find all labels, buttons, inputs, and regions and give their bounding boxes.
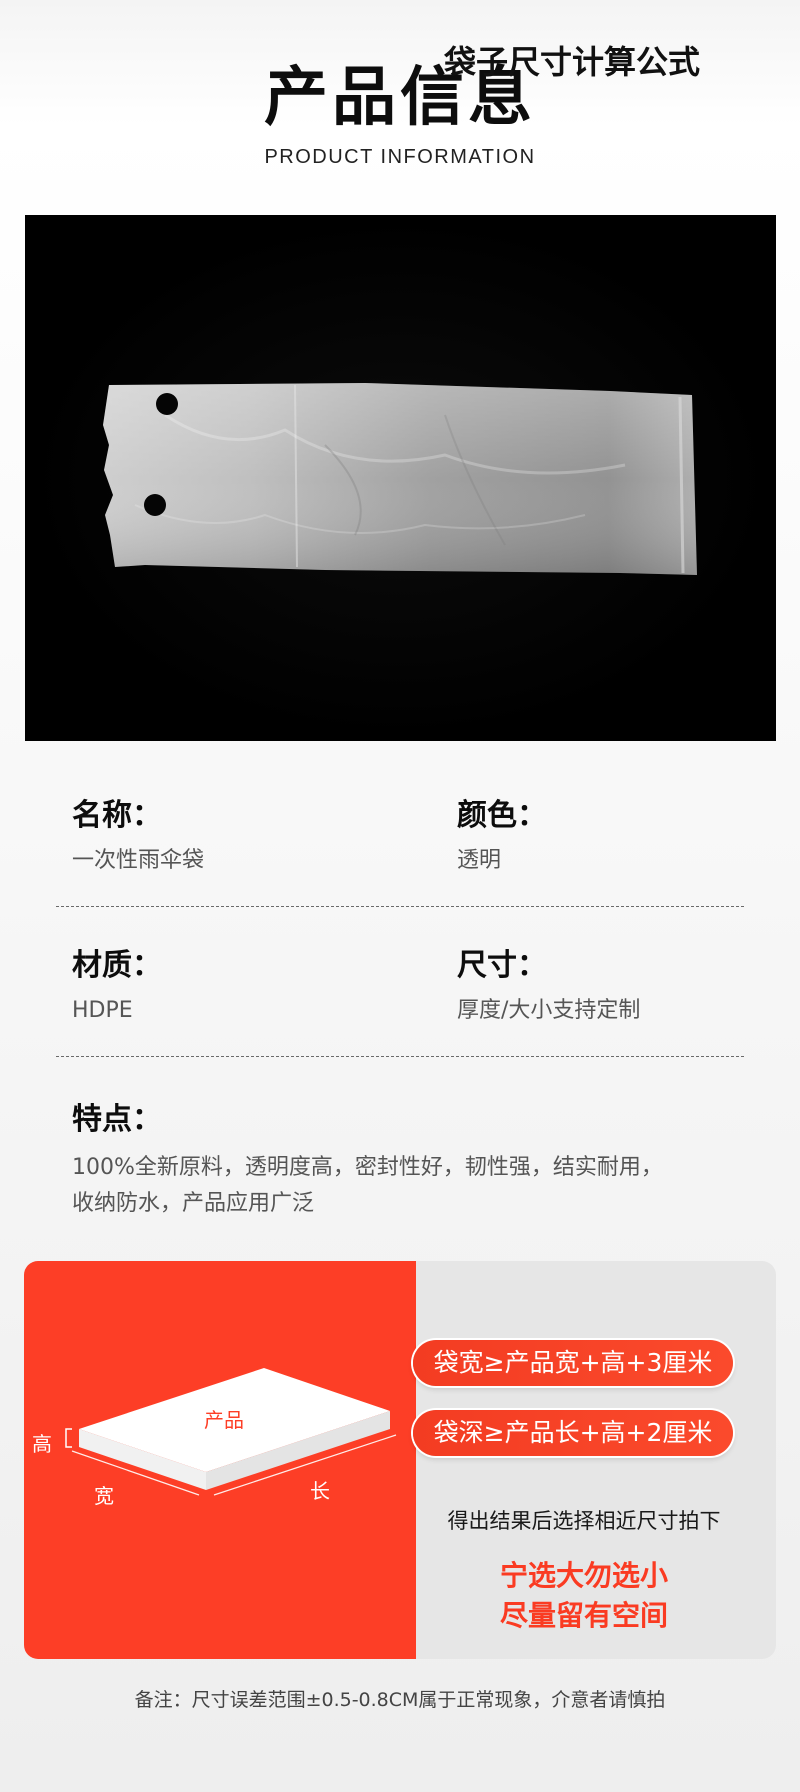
features-line-1: 100%全新原料，透明度高，密封性好，韧性强，结实耐用， xyxy=(72,1155,663,1180)
size-label: 尺寸： xyxy=(457,948,547,983)
diagram-length-label: 长 xyxy=(310,1479,330,1503)
formula-title: 袋子尺寸计算公式 xyxy=(443,43,700,81)
page-subtitle: PRODUCT INFORMATION xyxy=(264,146,536,168)
size-diagram-panel: 产品 高 宽 长 xyxy=(24,1261,416,1659)
bag-depth-rule: 袋深≥产品长+高+2厘米 xyxy=(413,1410,733,1456)
divider xyxy=(56,1056,744,1057)
slogan-line-1: 宁选大勿选小 xyxy=(499,1559,668,1592)
color-label: 颜色： xyxy=(457,798,547,833)
box-diagram xyxy=(65,1368,397,1496)
diagram-product-label: 产品 xyxy=(204,1408,244,1432)
name-label: 名称： xyxy=(72,798,162,833)
features-line-2: 收纳防水，产品应用广泛 xyxy=(72,1191,315,1216)
diagram-height-label: 高 xyxy=(32,1432,52,1456)
features-label: 特点： xyxy=(72,1102,162,1137)
footer-note: 备注：尺寸误差范围±0.5-0.8CM属于正常现象，介意者请慎拍 xyxy=(134,1689,666,1711)
height-bracket xyxy=(65,1428,72,1448)
bag-width-rule: 袋宽≥产品宽+高+3厘米 xyxy=(413,1340,733,1386)
color-value: 透明 xyxy=(457,848,502,873)
divider xyxy=(56,906,744,907)
umbrella-bag-image xyxy=(103,383,697,575)
material-value: HDPE xyxy=(72,998,133,1023)
material-label: 材质： xyxy=(72,948,162,983)
formula-instruction: 得出结果后选择相近尺寸拍下 xyxy=(447,1509,721,1533)
size-value: 厚度/大小支持定制 xyxy=(457,998,641,1023)
product-photo xyxy=(25,215,776,741)
diagram-width-label: 宽 xyxy=(94,1484,114,1508)
name-value: 一次性雨伞袋 xyxy=(72,848,205,873)
features-value: 100%全新原料，透明度高，密封性好，韧性强，结实耐用， 收纳防水，产品应用广泛 xyxy=(72,1150,752,1222)
slogan-line-2: 尽量留有空间 xyxy=(499,1599,668,1632)
